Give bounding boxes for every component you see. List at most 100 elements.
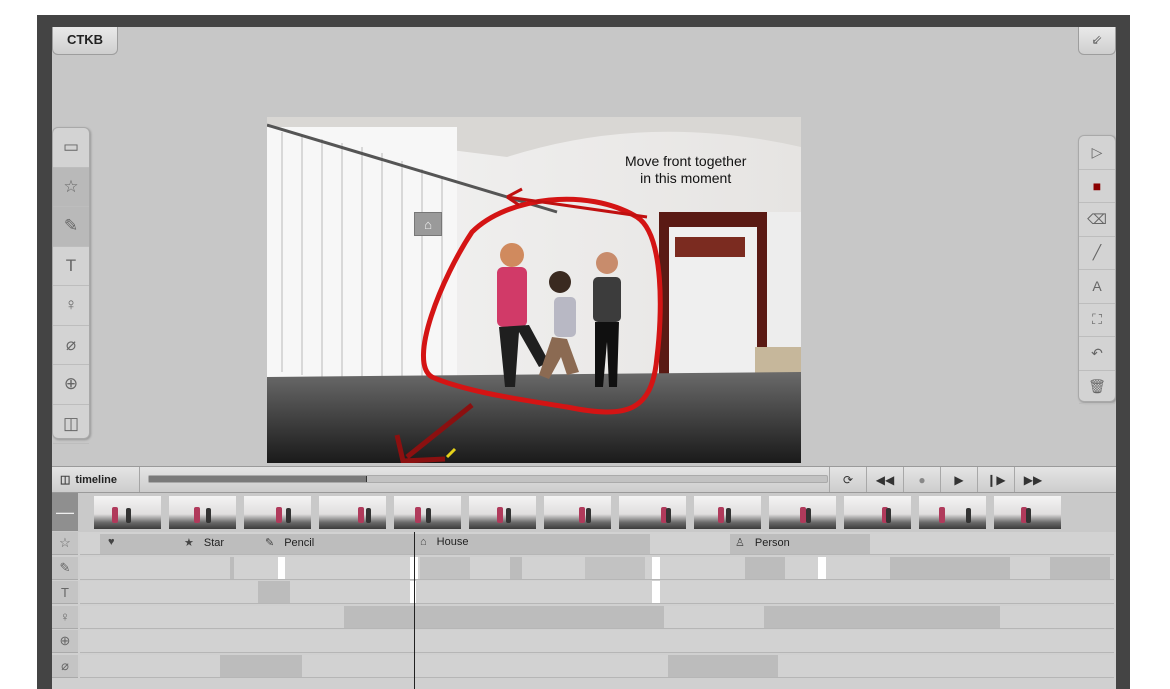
- annotation-tracks: ☆ ♥ ★ Star ✎ Pencil ⌂ House ♙ Person ✎ T ♀ ⊕ ⌀: [52, 532, 1116, 689]
- microphone-icon: ♀: [64, 295, 78, 315]
- right-tool-person-frame[interactable]: ⛶: [1079, 304, 1115, 337]
- marker-person[interactable]: ♙ Person: [735, 536, 790, 550]
- record-button[interactable]: ●: [903, 467, 940, 492]
- target-icon: ⊕: [59, 633, 71, 648]
- step-forward-button[interactable]: ❙▶: [977, 467, 1014, 492]
- left-tool-text[interactable]: T: [53, 247, 89, 286]
- left-tool-microphone[interactable]: ♀: [53, 286, 89, 326]
- video-thumbnail[interactable]: [844, 496, 911, 529]
- track-segment[interactable]: [818, 556, 826, 579]
- right-toolbar: ▷ ■ ⌫ ╱ A ⛶ ↶ 🗑: [1078, 135, 1116, 404]
- transport-controls: ⟳ ◀◀ ● ▶ ❙▶ ▶▶: [829, 467, 1051, 492]
- video-thumbnail[interactable]: [244, 496, 311, 529]
- heart-icon: ♥: [108, 536, 115, 548]
- track-segment[interactable]: [745, 556, 785, 579]
- video-thumbnail[interactable]: [169, 496, 236, 529]
- row-head-pencil[interactable]: ✎: [52, 556, 78, 580]
- track-segment[interactable]: [510, 556, 522, 579]
- right-tool-trash[interactable]: 🗑: [1079, 371, 1115, 404]
- line-icon: ╱: [1092, 244, 1102, 261]
- undo-icon: ↶: [1091, 344, 1103, 361]
- track-segment[interactable]: [258, 581, 290, 603]
- marker-house[interactable]: ⌂ House: [420, 536, 468, 548]
- annotation-text: Move front together in this moment: [625, 153, 746, 187]
- video-thumbnail[interactable]: [319, 496, 386, 529]
- video-thumbnail[interactable]: [394, 496, 461, 529]
- collapse-arrow-icon[interactable]: ⇙: [1078, 27, 1116, 55]
- video-player[interactable]: Move front together in this moment ⌂: [267, 117, 801, 463]
- eraser-icon: ⌫: [1087, 210, 1107, 227]
- camera-icon: ◫: [60, 474, 71, 486]
- video-thumbnail[interactable]: [769, 496, 836, 529]
- track-segment[interactable]: [652, 556, 660, 579]
- step-forward-icon: ❙▶: [986, 472, 1006, 487]
- video-thumbnail[interactable]: [694, 496, 761, 529]
- track-segment[interactable]: [230, 556, 234, 579]
- cursor-icon: ▷: [1091, 143, 1103, 160]
- track-segment[interactable]: [668, 654, 778, 677]
- track-segment[interactable]: [410, 581, 416, 603]
- track-segment[interactable]: [1050, 556, 1110, 579]
- brand-button[interactable]: CTKB: [52, 27, 118, 55]
- left-tool-star[interactable]: ☆: [53, 167, 89, 207]
- video-thumbnail[interactable]: [919, 496, 986, 529]
- right-tool-text-box[interactable]: A: [1079, 270, 1115, 304]
- right-tool-eraser[interactable]: ⌫: [1079, 203, 1115, 237]
- track-segment[interactable]: [652, 581, 660, 603]
- video-thumbnail[interactable]: [544, 496, 611, 529]
- screen-icon: ▭: [62, 137, 80, 157]
- marker-star[interactable]: ★ Star: [184, 536, 224, 550]
- row-head-microphone[interactable]: ♀: [52, 605, 78, 629]
- play-icon: ▶: [954, 472, 964, 487]
- app-canvas: CTKB ⇙ ▭ ☆ ✎ T ♀ ⌀ ⊕ ◫ ▷ ■ ⌫ ╱ A ⛶ ↶ 🗑 M…: [52, 27, 1116, 689]
- video-thumbnail[interactable]: [619, 496, 686, 529]
- rewind-button[interactable]: ◀◀: [866, 467, 903, 492]
- track-segment[interactable]: [585, 556, 645, 579]
- play-button[interactable]: ▶: [940, 467, 977, 492]
- video-thumbnail[interactable]: [994, 496, 1061, 529]
- row-head-text[interactable]: T: [52, 581, 78, 604]
- track-segment[interactable]: [420, 556, 470, 579]
- microphone-icon: ♀: [60, 609, 70, 624]
- marker-label: Person: [754, 536, 790, 549]
- marker-heart[interactable]: ♥: [108, 536, 125, 548]
- track-segment[interactable]: [344, 605, 664, 628]
- track-segment[interactable]: [764, 605, 1000, 628]
- annotation-text-line-2: in this moment: [640, 170, 732, 186]
- left-tool-screen[interactable]: ▭: [53, 128, 89, 168]
- track-segment[interactable]: [890, 556, 1010, 579]
- house-marker-icon[interactable]: ⌂: [414, 212, 442, 236]
- right-tool-color-swatch[interactable]: ■: [1079, 170, 1115, 203]
- left-tool-target[interactable]: ⊕: [53, 365, 89, 405]
- annotation-track: [80, 556, 1114, 580]
- right-tool-cursor[interactable]: ▷: [1079, 136, 1115, 170]
- person-frame-icon: ⛶: [1092, 311, 1102, 328]
- marker-pencil[interactable]: ✎ Pencil: [265, 536, 314, 550]
- row-head-no-link[interactable]: ⌀: [52, 654, 78, 678]
- progress-track[interactable]: [148, 475, 828, 483]
- loop-button[interactable]: ⟳: [829, 467, 866, 492]
- text-box-icon: A: [1092, 278, 1102, 295]
- left-tool-pencil[interactable]: ✎: [53, 207, 89, 247]
- track-segment[interactable]: [220, 654, 302, 677]
- marker-segment[interactable]: [100, 534, 420, 554]
- row-head-target[interactable]: ⊕: [52, 630, 78, 653]
- left-tool-camera[interactable]: ◫: [53, 405, 89, 444]
- timeline-label[interactable]: ◫ timeline: [52, 467, 140, 492]
- annotation-track: [80, 630, 1114, 653]
- timeline-panel: ◫ timeline ⟳ ◀◀ ● ▶ ❙▶ ▶▶ — ☆ ♥ ★ Star ✎ Pencil ⌂ Ho…: [52, 466, 1116, 689]
- video-thumbnail[interactable]: [94, 496, 161, 529]
- pencil-icon: ✎: [63, 216, 79, 236]
- left-tool-no-link[interactable]: ⌀: [53, 326, 89, 365]
- row-head-markers[interactable]: ☆: [52, 532, 78, 555]
- star-icon: ★: [184, 537, 194, 549]
- playhead[interactable]: [414, 532, 415, 689]
- target-icon: ⊕: [63, 374, 79, 394]
- right-tool-undo[interactable]: ↶: [1079, 337, 1115, 371]
- track-segment[interactable]: [278, 556, 285, 579]
- record-icon: ●: [918, 472, 926, 487]
- right-tool-line[interactable]: ╱: [1079, 237, 1115, 270]
- video-thumbnail[interactable]: [469, 496, 536, 529]
- collapse-minus-button[interactable]: —: [52, 493, 78, 531]
- fast-forward-button[interactable]: ▶▶: [1014, 467, 1051, 492]
